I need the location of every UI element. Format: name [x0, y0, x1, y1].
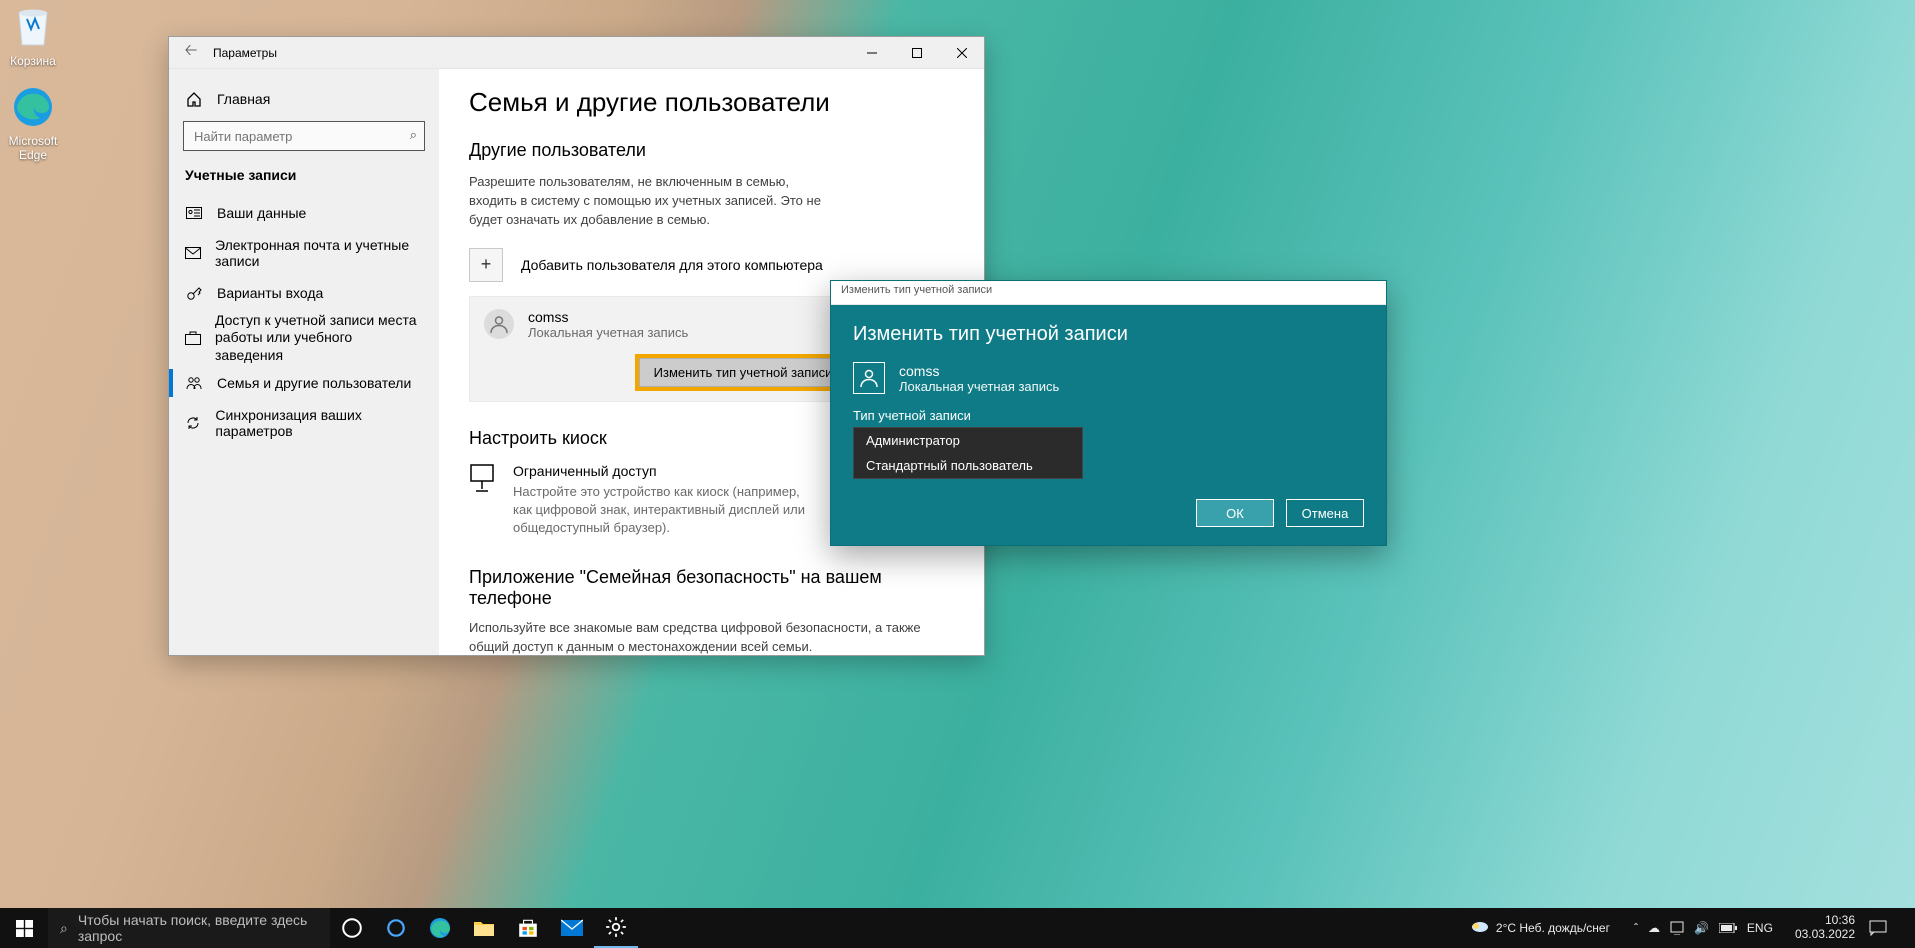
taskbar-search[interactable]: ⌕ Чтобы начать поиск, введите здесь запр…: [48, 908, 330, 948]
taskbar-icon-cortana[interactable]: [374, 908, 418, 948]
tray-icons[interactable]: ˆ ☁ 🔊 ENG: [1626, 921, 1781, 935]
weather-icon: [1470, 920, 1490, 936]
sidebar-home[interactable]: Главная: [169, 83, 439, 115]
cancel-button[interactable]: Отмена: [1286, 499, 1364, 527]
briefcase-icon: [185, 331, 201, 345]
sidebar-item-email[interactable]: Электронная почта и учетные записи: [169, 233, 439, 273]
sidebar-item-sync[interactable]: Синхронизация ваших параметров: [169, 403, 439, 443]
recycle-bin-icon: [10, 4, 56, 50]
page-title: Семья и другие пользователи: [469, 87, 954, 118]
sidebar-item-family[interactable]: Семья и другие пользователи: [169, 363, 439, 403]
clock-time: 10:36: [1795, 914, 1855, 928]
change-account-type-dialog: Изменить тип учетной записи Изменить тип…: [830, 280, 1387, 546]
sidebar-home-label: Главная: [217, 91, 270, 107]
weather-text: 2°C Неб. дождь/снег: [1496, 921, 1610, 935]
network-icon[interactable]: [1670, 921, 1684, 935]
account-type-label: Тип учетной записи: [853, 408, 1364, 423]
change-account-type-button[interactable]: Изменить тип учетной записи: [639, 358, 848, 387]
taskbar-weather[interactable]: 2°C Неб. дождь/снег: [1460, 920, 1620, 936]
sidebar-section-title: Учетные записи: [169, 161, 439, 193]
taskbar-clock[interactable]: 10:36 03.03.2022: [1787, 914, 1863, 942]
sidebar-item-label: Семья и другие пользователи: [217, 375, 411, 391]
sidebar-item-label: Варианты входа: [217, 285, 323, 301]
onedrive-icon[interactable]: ☁: [1648, 921, 1660, 935]
back-button[interactable]: 🡠: [169, 39, 213, 66]
dialog-heading: Изменить тип учетной записи: [853, 323, 1364, 346]
window-title: Параметры: [213, 46, 277, 60]
desktop-icon-label: Корзина: [0, 54, 70, 68]
search-icon: ⌕: [410, 127, 417, 143]
desktop-icon-label: Microsoft Edge: [0, 134, 70, 162]
dialog-user-name: comss: [899, 363, 1059, 379]
taskbar-icon-explorer[interactable]: [462, 908, 506, 948]
start-button[interactable]: [0, 908, 48, 948]
taskbar-icon-mail[interactable]: [550, 908, 594, 948]
kiosk-icon: [469, 463, 495, 493]
taskbar-icon-store[interactable]: [506, 908, 550, 948]
sidebar-item-label: Электронная почта и учетные записи: [215, 237, 423, 269]
sidebar-item-signin[interactable]: Варианты входа: [169, 273, 439, 313]
clock-date: 03.03.2022: [1795, 928, 1855, 942]
sidebar-item-work[interactable]: Доступ к учетной записи места работы или…: [169, 313, 439, 363]
edge-icon: [10, 84, 56, 130]
other-users-desc: Разрешите пользователям, не включенным в…: [469, 173, 839, 230]
dropdown-option-standard[interactable]: Стандартный пользователь: [854, 453, 1082, 478]
battery-icon[interactable]: [1719, 923, 1737, 933]
dropdown-option-admin[interactable]: Администратор: [854, 428, 1082, 453]
user-name: comss: [528, 309, 688, 325]
language-indicator[interactable]: ENG: [1747, 921, 1773, 935]
taskbar-icon-edge[interactable]: [418, 908, 462, 948]
maximize-button[interactable]: [894, 37, 939, 69]
close-button[interactable]: [939, 37, 984, 69]
id-card-icon: [185, 207, 203, 219]
desktop-icon-recycle-bin[interactable]: Корзина: [0, 4, 70, 68]
dialog-titlebar: Изменить тип учетной записи: [831, 281, 1386, 305]
mail-icon: [185, 247, 201, 259]
taskbar-search-placeholder: Чтобы начать поиск, введите здесь запрос: [78, 912, 318, 944]
section-other-users: Другие пользователи: [469, 140, 954, 161]
sync-icon: [185, 415, 201, 431]
chevron-up-icon[interactable]: ˆ: [1634, 921, 1638, 935]
safety-desc: Используйте все знакомые вам средства ци…: [469, 619, 954, 655]
desktop-icon-edge[interactable]: Microsoft Edge: [0, 84, 70, 162]
dialog-user-sub: Локальная учетная запись: [899, 379, 1059, 394]
titlebar: 🡠 Параметры: [169, 37, 984, 69]
sidebar-item-your-info[interactable]: Ваши данные: [169, 193, 439, 233]
search-input[interactable]: [183, 121, 425, 151]
add-user-row[interactable]: + Добавить пользователя для этого компью…: [469, 248, 954, 282]
ok-button[interactable]: ОК: [1196, 499, 1274, 527]
plus-icon: +: [469, 248, 503, 282]
home-icon: [185, 91, 203, 107]
add-user-label: Добавить пользователя для этого компьюте…: [521, 257, 823, 273]
people-icon: [185, 376, 203, 390]
minimize-button[interactable]: [849, 37, 894, 69]
avatar-icon: [484, 309, 514, 339]
search-icon: ⌕: [60, 920, 68, 937]
taskbar-icon-settings[interactable]: [594, 908, 638, 948]
action-center-button[interactable]: [1869, 920, 1909, 936]
sidebar-item-label: Синхронизация ваших параметров: [215, 407, 423, 439]
taskbar: ⌕ Чтобы начать поиск, введите здесь запр…: [0, 908, 1915, 948]
sidebar: Главная ⌕ Учетные записи Ваши данные Эле…: [169, 69, 439, 655]
kiosk-title: Ограниченный доступ: [513, 463, 813, 479]
key-icon: [185, 285, 203, 301]
sidebar-item-label: Ваши данные: [217, 205, 306, 221]
account-type-dropdown[interactable]: Администратор Стандартный пользователь: [853, 427, 1083, 479]
kiosk-desc: Настройте это устройство как киоск (напр…: [513, 483, 813, 538]
avatar-icon: [853, 362, 885, 394]
user-sub: Локальная учетная запись: [528, 325, 688, 340]
volume-icon[interactable]: 🔊: [1694, 921, 1709, 935]
sidebar-item-label: Доступ к учетной записи места работы или…: [215, 312, 423, 365]
section-safety: Приложение "Семейная безопасность" на ва…: [469, 567, 954, 609]
task-view-button[interactable]: [330, 908, 374, 948]
